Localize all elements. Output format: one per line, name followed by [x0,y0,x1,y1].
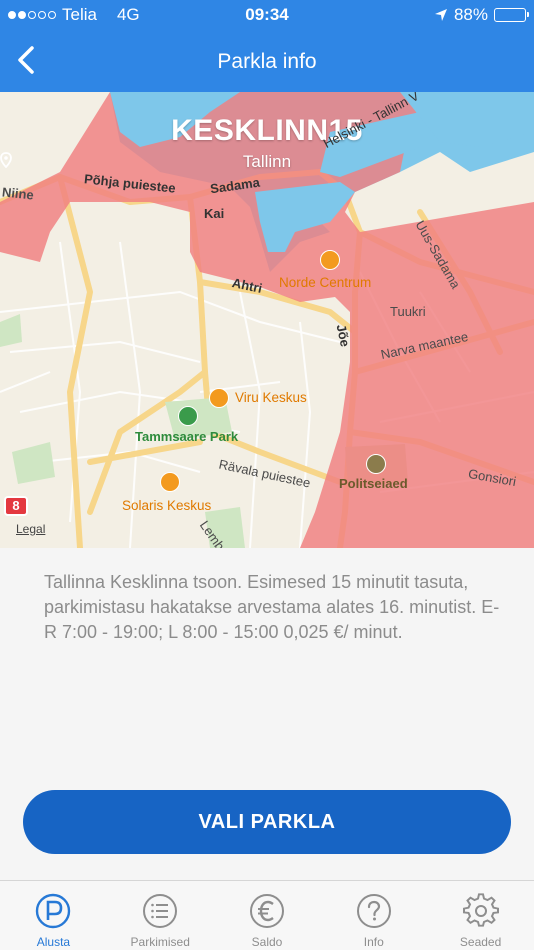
list-icon [143,894,178,928]
shopping-icon[interactable] [320,250,340,270]
status-bar: Telia 4G 09:34 88% [0,0,534,30]
tab-label: Parkimised [130,935,190,949]
tab-alusta[interactable]: Alusta [0,881,107,950]
poi-norde-centrum[interactable]: Norde Centrum [279,275,371,290]
parking-name: KESKLINN15 [171,114,363,147]
location-pin-icon [0,152,12,168]
tab-label: Seaded [459,935,502,949]
poi-politseiaed[interactable]: Politseiaed [339,476,408,491]
tab-info[interactable]: Info [320,881,427,950]
street-label: Niine [1,184,35,203]
tab-bar: Alusta Parkimised Saldo Info Seaded [0,880,534,950]
tab-label: Info [363,935,384,949]
help-icon [356,894,391,928]
battery-percent: 88% [453,5,488,24]
parking-city-label: Tallinn [242,152,292,171]
gear-icon [462,893,499,927]
shopping-icon[interactable] [160,472,180,492]
tab-label: Alusta [36,935,71,949]
tree-icon[interactable] [366,454,386,474]
tab-label: Saldo [251,935,283,949]
street-label: Tuukri [390,304,426,319]
poi-viru-keskus[interactable]: Viru Keskus [235,390,307,405]
location-arrow-icon [434,9,447,21]
parking-icon [36,893,71,929]
legal-link[interactable]: Legal [16,522,45,536]
status-right: 88% [434,5,529,25]
tab-seaded[interactable]: Seaded [427,881,534,950]
parking-description: Tallinna Kesklinna tsoon. Esimesed 15 mi… [44,572,500,642]
poi-tammsaare-park[interactable]: Tammsaare Park [135,429,238,444]
nav-bar: Parkla info [0,30,534,92]
euro-icon [249,894,284,928]
tree-icon[interactable] [178,406,198,426]
select-parking-button[interactable]: VALI PARKLA [23,790,511,854]
route-badge: 8 [4,496,28,516]
battery-icon [494,8,529,22]
map-view[interactable]: KESKLINN15 Tallinn Niine Põhja puiestee … [0,92,534,548]
page-title: Parkla info [217,50,317,73]
tab-saldo[interactable]: Saldo [214,881,321,950]
parking-city: Tallinn [0,152,534,172]
shopping-icon[interactable] [209,388,229,408]
tab-parkimised[interactable]: Parkimised [107,881,214,950]
street-label: Kai [204,206,225,221]
poi-solaris-keskus[interactable]: Solaris Keskus [122,498,211,513]
